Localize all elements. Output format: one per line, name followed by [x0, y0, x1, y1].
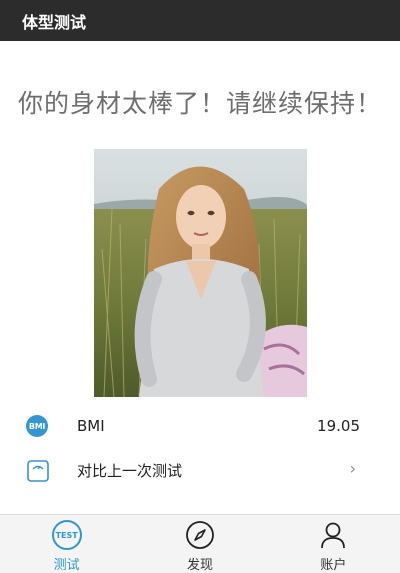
- scale-icon: [26, 459, 50, 483]
- app-title-bar: 体型测试: [0, 0, 400, 41]
- user-icon: [317, 520, 349, 550]
- bmi-label: BMI: [77, 417, 105, 435]
- portrait-photo: [94, 149, 307, 397]
- tab-test-label: 测试: [53, 558, 80, 573]
- tab-account-label: 账户: [320, 558, 347, 573]
- compass-icon: [184, 520, 216, 550]
- bottom-tab-bar: TEST 测试 发现 账户: [0, 514, 400, 573]
- app-title: 体型测试: [22, 12, 87, 32]
- result-headline: 你的身材太棒了！请继续保持！: [17, 89, 382, 118]
- tab-account[interactable]: 账户: [267, 515, 400, 573]
- chevron-right-icon: ›: [349, 459, 356, 478]
- test-icon: TEST: [51, 520, 83, 550]
- compare-last-test-row[interactable]: 对比上一次测试 ›: [0, 448, 400, 492]
- bmi-badge: BMI: [26, 415, 48, 437]
- tab-test[interactable]: TEST 测试: [0, 515, 133, 573]
- compare-label: 对比上一次测试: [77, 461, 183, 480]
- tab-discover[interactable]: 发现: [133, 515, 266, 573]
- tab-discover-label: 发现: [186, 558, 213, 573]
- bmi-value: 19.05: [317, 417, 360, 435]
- bmi-row: BMI BMI 19.05: [0, 404, 400, 448]
- bmi-icon: BMI: [26, 415, 50, 439]
- test-badge: TEST: [51, 520, 82, 550]
